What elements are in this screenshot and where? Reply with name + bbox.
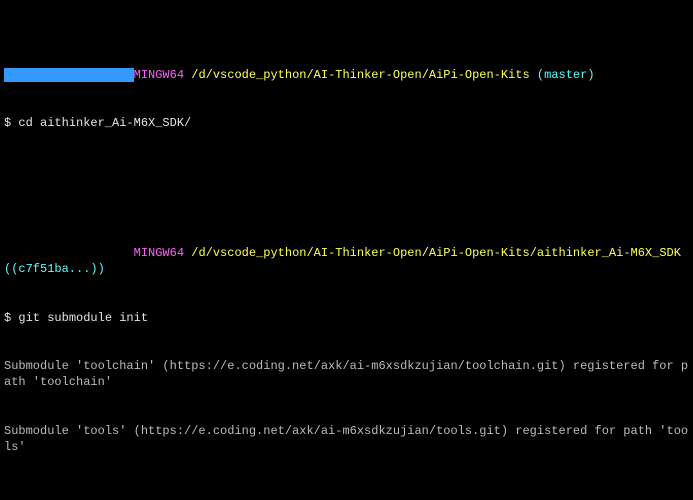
- blank-line: [4, 488, 689, 500]
- cwd-path: /d/vscode_python/AI-Thinker-Open/AiPi-Op…: [184, 246, 688, 260]
- cwd-path: /d/vscode_python/AI-Thinker-Open/AiPi-Op…: [184, 68, 537, 82]
- selection-highlight: [4, 68, 134, 82]
- prompt-line: MINGW64 /d/vscode_python/AI-Thinker-Open…: [4, 245, 689, 277]
- command-line: $ cd aithinker_Ai-M6X_SDK/: [4, 115, 689, 131]
- prompt-line: MINGW64 /d/vscode_python/AI-Thinker-Open…: [4, 67, 689, 83]
- terminal[interactable]: MINGW64 /d/vscode_python/AI-Thinker-Open…: [0, 0, 693, 500]
- prompt-symbol: $: [4, 311, 18, 325]
- prompt-symbol: $: [4, 116, 18, 130]
- mingw-label: MINGW64: [134, 246, 184, 260]
- blank-line: [4, 164, 689, 180]
- user-host: [4, 246, 134, 260]
- git-branch: ((c7f51ba...)): [4, 262, 105, 276]
- command-line: $ git submodule init: [4, 310, 689, 326]
- output-line: Submodule 'toolchain' (https://e.coding.…: [4, 358, 689, 390]
- command-text: cd aithinker_Ai-M6X_SDK/: [18, 116, 191, 130]
- git-branch: (master): [537, 68, 595, 82]
- command-text: git submodule init: [18, 311, 148, 325]
- output-line: Submodule 'tools' (https://e.coding.net/…: [4, 423, 689, 455]
- mingw-label: MINGW64: [134, 68, 184, 82]
